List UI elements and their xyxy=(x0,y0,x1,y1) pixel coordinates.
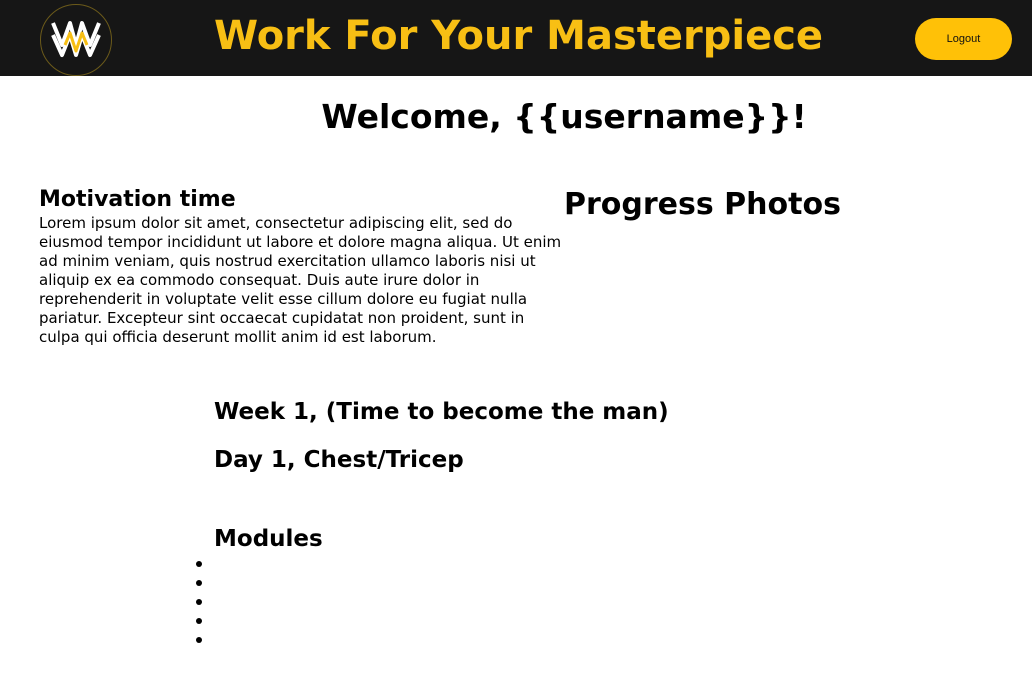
top-navigation-bar: Work For Your Masterpiece Logout xyxy=(0,0,1032,76)
motivation-heading: Motivation time xyxy=(39,187,236,212)
motivation-text: Lorem ipsum dolor sit amet, consectetur … xyxy=(39,214,562,346)
brand-title: Work For Your Masterpiece xyxy=(214,13,824,59)
motivation-section: Motivation time Lorem ipsum dolor sit am… xyxy=(39,186,569,347)
welcome-heading: Welcome, {{username}}! xyxy=(321,97,807,136)
modules-heading: Modules xyxy=(214,526,323,552)
day-title: Day 1, Chest/Tricep xyxy=(214,447,464,473)
logout-button[interactable]: Logout xyxy=(915,18,1012,60)
brand-logo[interactable] xyxy=(40,4,112,76)
progress-photos-heading: Progress Photos xyxy=(564,187,841,222)
week-title: Week 1, (Time to become the man) xyxy=(214,399,669,425)
wm-zigzag-logo-icon xyxy=(51,21,101,57)
